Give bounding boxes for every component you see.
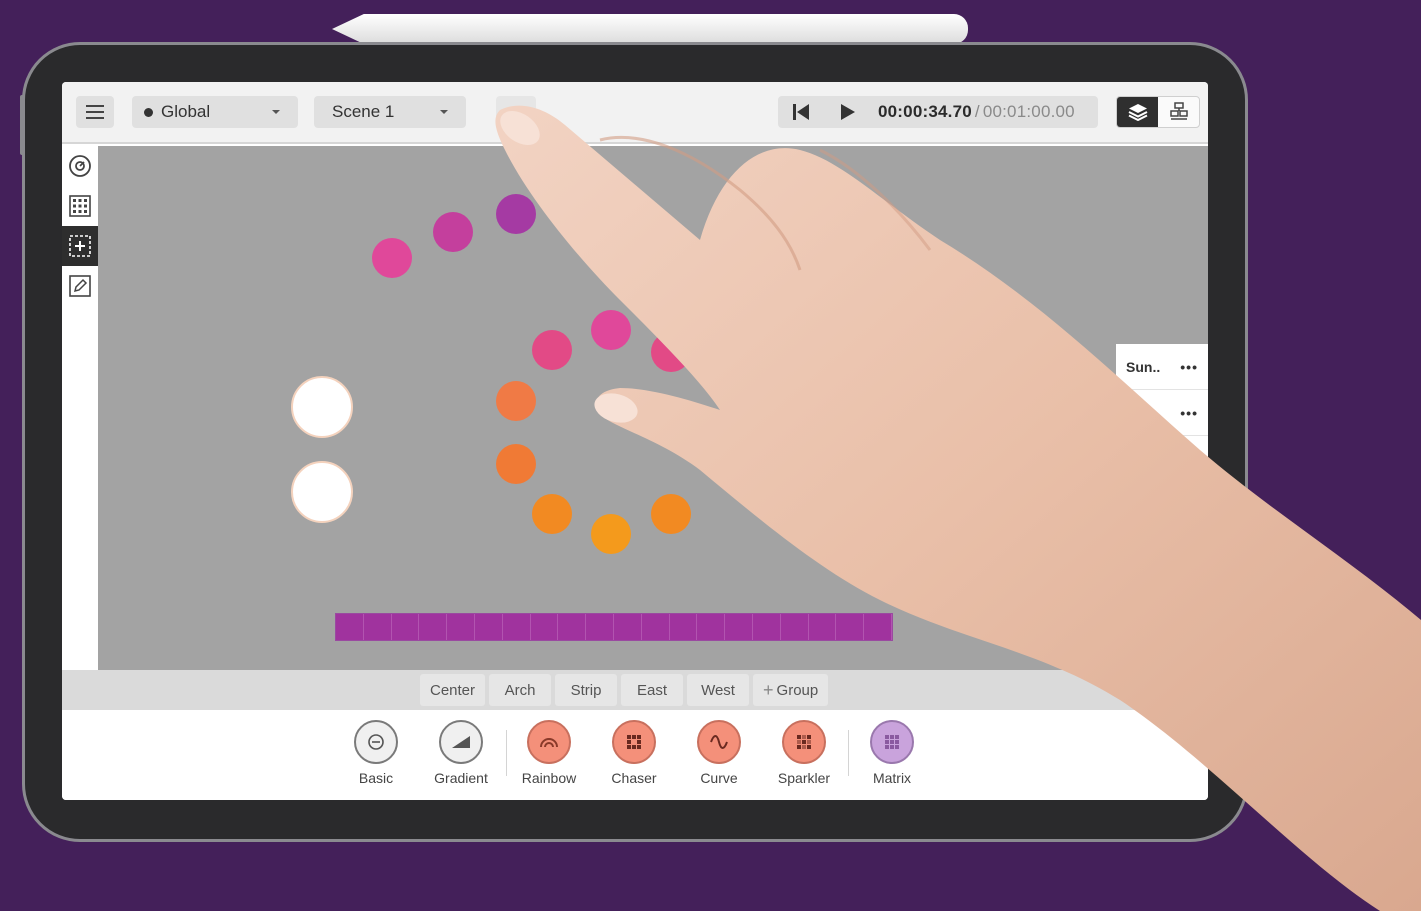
effect-label: Basic (358, 770, 394, 786)
edit-tool-button[interactable] (62, 266, 98, 306)
caret-down-icon (440, 110, 448, 114)
stage-canvas[interactable] (98, 146, 1208, 670)
skip-back-icon (793, 104, 809, 120)
fixtures-view-button[interactable] (1158, 97, 1199, 127)
fixture[interactable] (651, 494, 691, 534)
fixture[interactable] (433, 212, 473, 252)
effect-gradient[interactable]: Gradient (419, 720, 503, 786)
divider (848, 730, 849, 776)
timecode: 00:00:34.70/00:01:00.00 (878, 102, 1075, 122)
layers-view-button[interactable] (1117, 97, 1158, 127)
skip-back-button[interactable] (778, 96, 824, 128)
volume-button (20, 95, 24, 155)
view-toggle (1116, 96, 1200, 128)
fixture[interactable] (532, 494, 572, 534)
effect-curve[interactable]: Curve (677, 720, 761, 786)
fixture[interactable] (591, 514, 631, 554)
play-button[interactable] (824, 96, 870, 128)
add-fixture-icon (69, 235, 91, 257)
fixture[interactable] (651, 332, 691, 372)
select-tool-button[interactable] (62, 146, 98, 186)
fixture[interactable] (496, 381, 536, 421)
effect-label: Gradient (434, 770, 488, 786)
group-tab-center[interactable]: Center (420, 674, 486, 706)
fixture[interactable] (496, 444, 536, 484)
group-tab-arch[interactable]: Arch (489, 674, 552, 706)
rainbow-effect-icon (527, 720, 571, 764)
time-separator: / (974, 102, 980, 121)
group-tab-west[interactable]: West (687, 674, 750, 706)
group-tab-east[interactable]: East (621, 674, 684, 706)
effects-bar: Basic Gradient Rainbow Chaser Curve Spar… (62, 710, 1208, 800)
group-bar: Center Arch Strip East West + Group (62, 670, 1208, 710)
effect-label: Matrix (872, 770, 912, 786)
plus-icon: + (763, 679, 774, 700)
curve-effect-icon (697, 720, 741, 764)
fixture[interactable] (291, 461, 353, 523)
status-dot (144, 107, 153, 117)
gradient-effect-icon (439, 720, 483, 764)
fixture[interactable] (591, 310, 631, 350)
scene-dropdown-label: Scene 1 (332, 102, 395, 121)
add-group-label: Group (776, 681, 819, 699)
canvas-tools (62, 146, 98, 670)
top-toolbar: Global Scene 1 00:00:34.70/00:01:00.00 (62, 82, 1208, 144)
add-fixture-button[interactable] (62, 226, 98, 266)
effect-label: Curve (700, 770, 738, 786)
play-icon (841, 104, 855, 120)
grid-tool-icon (69, 195, 91, 217)
fixture[interactable] (291, 376, 353, 438)
menu-button[interactable] (76, 96, 114, 128)
chaser-effect-icon (612, 720, 656, 764)
app-screen: Global Scene 1 00:00:34.70/00:01:00.00 S… (62, 82, 1208, 800)
time-total: 00:01:00.00 (982, 102, 1075, 121)
effect-sparkler[interactable]: Sparkler (762, 720, 846, 786)
fixture[interactable] (496, 194, 536, 234)
menu-icon (86, 105, 104, 107)
effect-rainbow[interactable]: Rainbow (507, 720, 591, 786)
group-tab-strip[interactable]: Strip (555, 674, 618, 706)
scene-dropdown[interactable]: Scene 1 (314, 96, 466, 128)
layer-panel: Sun.. ••• ••• (1116, 344, 1208, 494)
time-current: 00:00:34.70 (878, 102, 972, 121)
effect-chaser[interactable]: Chaser (592, 720, 676, 786)
caret-down-icon (272, 110, 280, 114)
layer-row[interactable]: ••• (1116, 390, 1208, 436)
sparkler-effect-icon (782, 720, 826, 764)
apple-pencil (332, 14, 968, 44)
grid-tool-button[interactable] (62, 186, 98, 226)
fixture[interactable] (532, 330, 572, 370)
effect-basic[interactable]: Basic (334, 720, 418, 786)
toolbar-button[interactable] (496, 96, 536, 128)
effect-label: Rainbow (521, 770, 577, 786)
layers-icon (1128, 104, 1147, 121)
more-options-button[interactable]: ••• (1180, 405, 1198, 421)
select-tool-icon (69, 155, 91, 177)
edit-tool-icon (69, 275, 91, 297)
more-options-button[interactable]: ••• (1180, 359, 1198, 375)
fixture[interactable] (372, 238, 412, 278)
layer-row[interactable]: Sun.. ••• (1116, 344, 1208, 390)
transport-controls: 00:00:34.70/00:01:00.00 (778, 96, 1098, 128)
layer-name: Sun.. (1126, 358, 1161, 375)
effect-label: Sparkler (777, 770, 831, 786)
global-dropdown-label: Global (161, 102, 211, 121)
matrix-effect-icon (870, 720, 914, 764)
effect-label: Chaser (611, 770, 657, 786)
basic-effect-icon (354, 720, 398, 764)
add-group-button[interactable]: + Group (753, 674, 829, 706)
effect-matrix[interactable]: Matrix (850, 720, 934, 786)
global-dropdown[interactable]: Global (132, 96, 298, 128)
fixtures-icon (1169, 102, 1188, 120)
pixel-strip[interactable] (335, 613, 893, 641)
